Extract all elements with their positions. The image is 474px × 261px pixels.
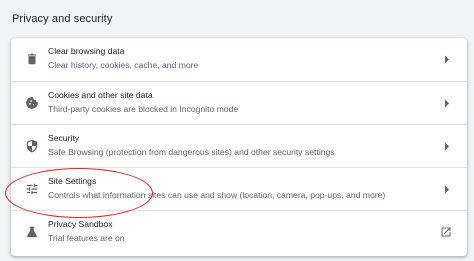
row-sublabel: Clear history, cookies, cache, and more (48, 60, 199, 70)
row-label: Site Settings (48, 176, 97, 186)
row-sublabel: Controls what information sites can use … (48, 190, 386, 200)
open-in-new-icon[interactable] (440, 226, 452, 238)
cookies-site-data-row[interactable]: Cookies and other site data Third-party … (11, 81, 467, 124)
privacy-sandbox-row[interactable]: Privacy Sandbox Trial features are on (11, 210, 467, 253)
chevron-right-icon (444, 185, 450, 194)
row-label: Privacy Sandbox (48, 219, 113, 229)
row-label: Clear browsing data (48, 46, 125, 56)
trash-icon (25, 52, 39, 66)
chevron-right-icon (444, 99, 450, 108)
section-title: Privacy and security (12, 13, 113, 25)
chevron-right-icon (444, 142, 450, 151)
shield-icon (25, 139, 39, 153)
row-label: Security (48, 133, 80, 143)
row-label: Cookies and other site data (48, 90, 153, 100)
settings-page: Privacy and security Clear browsing data… (0, 0, 474, 261)
row-sublabel: Safe Browsing (protection from dangerous… (48, 147, 335, 157)
clear-browsing-data-row[interactable]: Clear browsing data Clear history, cooki… (11, 38, 467, 81)
security-row[interactable]: Security Safe Browsing (protection from … (11, 124, 467, 167)
chevron-right-icon (444, 55, 450, 64)
privacy-security-card: Clear browsing data Clear history, cooki… (11, 38, 467, 256)
row-sublabel: Third-party cookies are blocked in Incog… (48, 104, 239, 114)
site-settings-row[interactable]: Site Settings Controls what information … (11, 167, 467, 210)
tune-icon (25, 182, 39, 196)
row-sublabel: Trial features are on (48, 233, 125, 243)
cookie-icon (25, 96, 39, 110)
flask-icon (25, 225, 39, 239)
